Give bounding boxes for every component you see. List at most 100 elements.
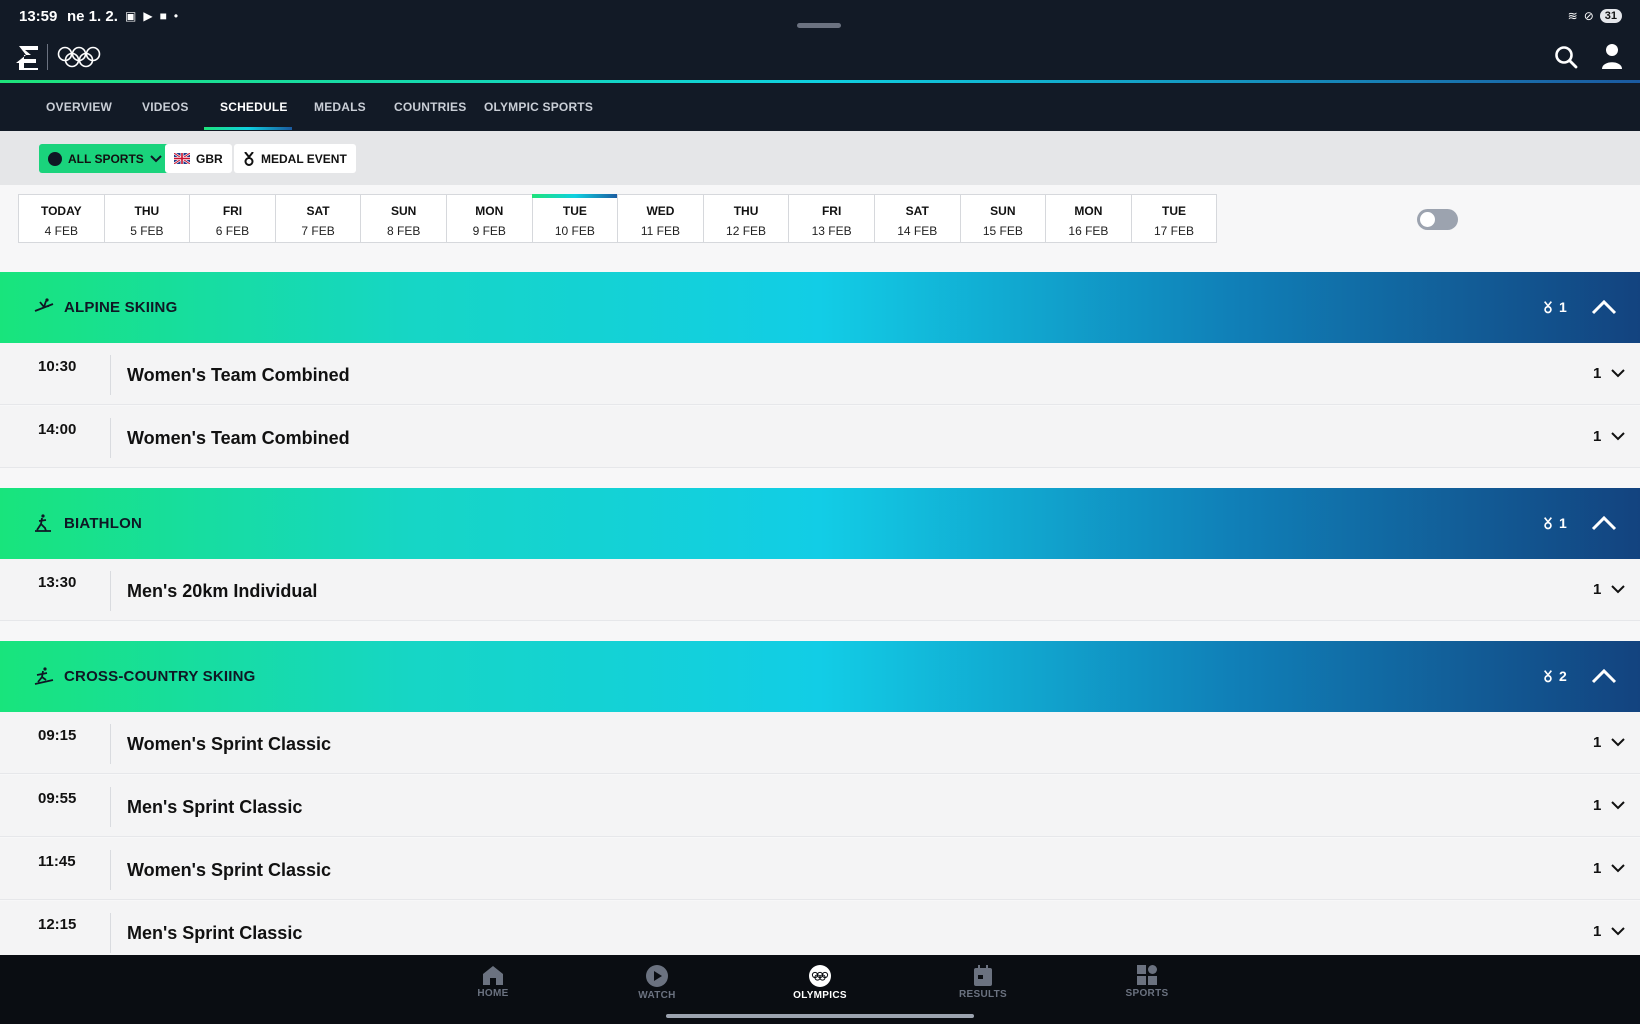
bottom-nav-label: HOME: [477, 988, 509, 999]
date-17-feb[interactable]: TUE 17 FEB: [1130, 194, 1218, 243]
sport-header-alpine-skiing[interactable]: ALPINE SKIING 1: [0, 272, 1640, 343]
date-5-feb[interactable]: THU 5 FEB: [103, 194, 191, 243]
chevron-down-icon[interactable]: [1610, 799, 1626, 811]
date-11-feb[interactable]: WED 11 FEB: [617, 194, 704, 243]
date-dow: TUE: [562, 204, 587, 218]
event-time: 10:30: [38, 358, 77, 375]
sport-header-cross-country-skiing[interactable]: CROSS-COUNTRY SKIING 2: [0, 641, 1640, 712]
chevron-up-icon[interactable]: [1591, 295, 1617, 319]
olympic-rings-logo: [57, 46, 101, 68]
event-divider: [110, 355, 111, 395]
medal-event-filter[interactable]: MEDAL EVENT: [234, 144, 356, 173]
drag-handle[interactable]: [797, 23, 841, 28]
date-day: 13 FEB: [811, 224, 852, 238]
wifi-icon: ≋: [1567, 9, 1578, 23]
date-dow: SUN: [990, 204, 1016, 218]
sport-header-biathlon[interactable]: BIATHLON 1: [0, 488, 1640, 559]
date-today[interactable]: TODAY 4 FEB: [18, 194, 105, 243]
event-count: 1: [1593, 365, 1602, 382]
user-icon[interactable]: [1601, 43, 1623, 69]
date-14-feb[interactable]: SAT 14 FEB: [873, 194, 961, 243]
date-selector: TODAY 4 FEB THU 5 FEB FRI 6 FEB SAT 7 FEB SU…: [18, 194, 1218, 243]
date-dow: MON: [1074, 204, 1103, 218]
sport-name: ALPINE SKIING: [64, 299, 178, 316]
all-sports-filter[interactable]: ALL SPORTS: [39, 144, 171, 173]
chevron-down-icon[interactable]: [1610, 925, 1626, 937]
medal-count: 1: [1543, 515, 1567, 531]
play-icon: [646, 965, 668, 987]
date-13-feb[interactable]: FRI 13 FEB: [788, 194, 875, 243]
medal-count-value: 1: [1559, 515, 1567, 531]
home-indicator[interactable]: [666, 1014, 974, 1018]
date-day: 14 FEB: [897, 224, 938, 238]
chevron-down-icon[interactable]: [1610, 583, 1626, 595]
date-16-feb[interactable]: MON 16 FEB: [1045, 194, 1132, 243]
date-day: 16 FEB: [1068, 224, 1109, 238]
event-row[interactable]: 09:15 Women's Sprint Classic 1: [0, 712, 1640, 774]
bottom-nav-results[interactable]: RESULTS: [938, 965, 1028, 1000]
event-row[interactable]: 09:55 Men's Sprint Classic 1: [0, 775, 1640, 837]
eurosport-logo[interactable]: [16, 44, 40, 70]
dot-icon: •: [173, 9, 179, 23]
event-time: 13:30: [38, 574, 77, 591]
date-day: 7 FEB: [301, 224, 335, 238]
date-10-feb-selected[interactable]: TUE 10 FEB: [531, 194, 619, 243]
bottom-nav-olympics[interactable]: OLYMPICS: [775, 965, 865, 1001]
date-9-feb[interactable]: MON 9 FEB: [445, 194, 533, 243]
event-row[interactable]: 13:30 Men's 20km Individual 1: [0, 559, 1640, 621]
country-filter[interactable]: GBR: [165, 144, 232, 173]
event-row[interactable]: 12:15 Men's Sprint Classic 1: [0, 901, 1640, 963]
date-8-feb[interactable]: SUN 8 FEB: [360, 194, 447, 243]
chevron-down-icon[interactable]: [1610, 862, 1626, 874]
date-day: 8 FEB: [386, 224, 421, 238]
medal-count: 1: [1543, 299, 1567, 315]
chevron-up-icon[interactable]: [1591, 511, 1617, 535]
notification-icons: ▣ ▶ ■ •: [125, 9, 178, 23]
date-6-feb[interactable]: FRI 6 FEB: [189, 194, 276, 243]
date-dow: WED: [646, 204, 675, 218]
date-15-feb[interactable]: SUN 15 FEB: [959, 194, 1047, 243]
event-name: Men's Sprint Classic: [127, 797, 303, 817]
chevron-up-icon[interactable]: [1591, 664, 1617, 688]
event-name: Women's Sprint Classic: [127, 860, 332, 880]
date-dow: SUN: [391, 204, 417, 218]
section-tabs: OVERVIEW VIDEOS SCHEDULE MEDALS COUNTRIE…: [0, 83, 1640, 131]
date-day: 6 FEB: [215, 224, 250, 238]
battery-icon: 31: [1599, 9, 1622, 23]
sport-name: CROSS-COUNTRY SKIING: [64, 668, 256, 685]
date-dow: THU: [733, 204, 759, 218]
event-row[interactable]: 10:30 Women's Team Combined 1: [0, 343, 1640, 405]
bottom-nav-home[interactable]: HOME: [448, 965, 538, 999]
date-12-feb[interactable]: THU 12 FEB: [702, 194, 790, 243]
event-row[interactable]: 11:45 Women's Sprint Classic 1: [0, 838, 1640, 900]
bottom-nav-watch[interactable]: WATCH: [612, 965, 702, 1001]
tab-medals[interactable]: MEDALS: [314, 100, 366, 114]
event-count: 1: [1593, 923, 1602, 940]
date-7-feb[interactable]: SAT 7 FEB: [274, 194, 362, 243]
tab-schedule[interactable]: SCHEDULE: [220, 100, 288, 114]
event-divider: [110, 850, 111, 890]
calendar-icon: [974, 965, 992, 986]
medal-icon: [1544, 516, 1552, 529]
date-day: 9 FEB: [472, 224, 506, 238]
date-dow: TODAY: [40, 204, 82, 218]
date-dow: TUE: [1162, 204, 1187, 218]
live-only-toggle[interactable]: [1417, 209, 1458, 230]
search-icon[interactable]: [1554, 45, 1578, 69]
event-divider: [110, 913, 111, 953]
tab-olympic-sports[interactable]: OLYMPIC SPORTS: [484, 100, 593, 114]
chevron-down-icon[interactable]: [1610, 430, 1626, 442]
chevron-down-icon[interactable]: [1610, 736, 1626, 748]
tab-overview[interactable]: OVERVIEW: [46, 100, 112, 114]
chevron-down-icon[interactable]: [1610, 367, 1626, 379]
event-row[interactable]: 14:00 Women's Team Combined 1: [0, 406, 1640, 468]
bottom-nav-sports[interactable]: SPORTS: [1102, 965, 1192, 999]
event-count: 1: [1593, 797, 1602, 814]
event-divider: [110, 787, 111, 827]
event-name: Men's 20km Individual: [127, 581, 318, 601]
event-time: 09:55: [38, 790, 77, 807]
date-day: 4 FEB: [44, 224, 78, 238]
date-dow: SAT: [306, 204, 330, 218]
tab-countries[interactable]: COUNTRIES: [394, 100, 466, 114]
tab-videos[interactable]: VIDEOS: [142, 100, 189, 114]
